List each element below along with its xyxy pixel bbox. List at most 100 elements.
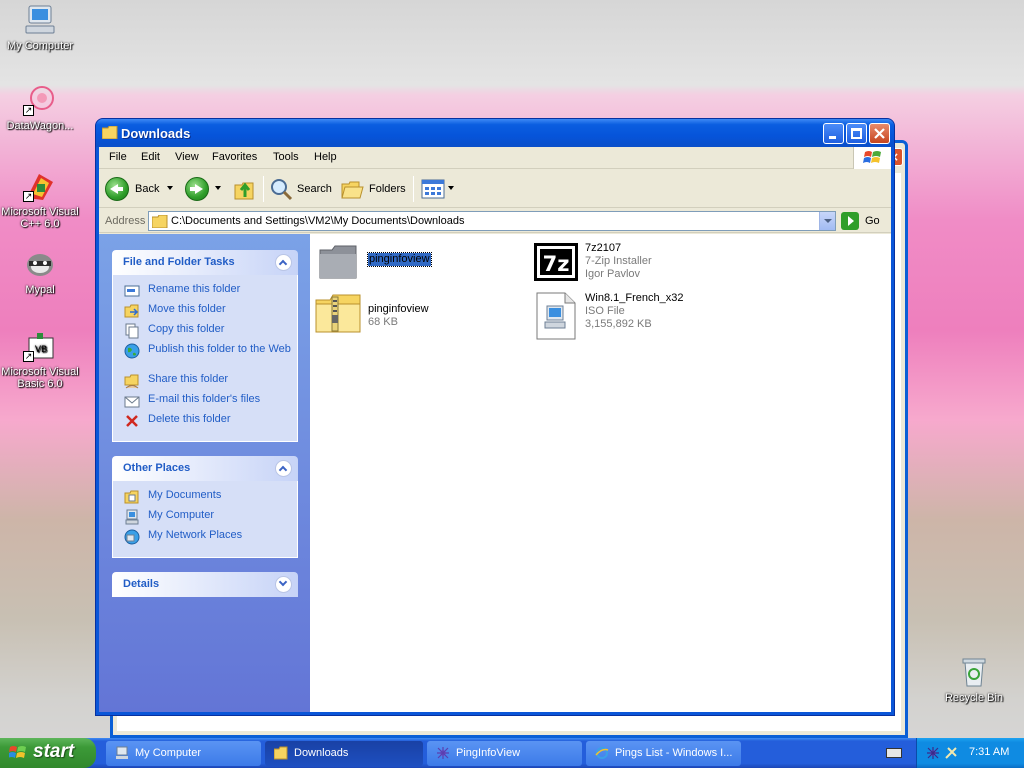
forward-arrow-icon xyxy=(185,177,209,201)
panel-title: File and Folder Tasks xyxy=(123,256,235,268)
maximize-button[interactable] xyxy=(846,123,867,144)
close-button[interactable] xyxy=(869,123,890,144)
back-button[interactable]: Back xyxy=(105,174,175,204)
taskbar-button-pinginfoview[interactable]: PingInfoView xyxy=(427,741,582,766)
svg-text:VB: VB xyxy=(35,345,47,355)
title-bar[interactable]: Downloads xyxy=(96,119,894,147)
desktop-icon-mypal[interactable]: Mypal xyxy=(0,248,80,296)
delete-icon xyxy=(126,415,138,427)
start-button[interactable]: start xyxy=(0,738,96,768)
clock[interactable]: 7:31 AM xyxy=(969,746,1009,758)
taskbar-button-pings-list[interactable]: Pings List - Windows I... xyxy=(586,741,741,766)
7zip-icon: 7z xyxy=(534,243,578,281)
file-item-zip[interactable]: pinginfoview 68 KB xyxy=(314,292,514,336)
views-dropdown-icon[interactable] xyxy=(448,186,454,190)
address-dropdown-button[interactable] xyxy=(819,212,835,230)
visual-cpp-icon: ↗ xyxy=(23,170,57,202)
details-panel: Details xyxy=(112,572,298,597)
email-icon xyxy=(124,396,140,408)
window-title: Downloads xyxy=(121,126,191,141)
folders-button[interactable]: Folders xyxy=(341,174,407,204)
move-folder-icon xyxy=(124,304,139,318)
file-list[interactable]: pinginfoview 7z 7z2107 7-Zip Installer I… xyxy=(310,234,891,712)
desktop-icon-recycle-bin[interactable]: Recycle Bin xyxy=(934,656,1014,704)
globe-icon xyxy=(124,343,140,359)
other-places-header[interactable]: Other Places xyxy=(112,456,298,481)
taskbar-button-downloads[interactable]: Downloads xyxy=(265,741,423,766)
place-my-computer[interactable]: My Computer xyxy=(113,509,297,529)
search-icon xyxy=(271,179,293,201)
search-button[interactable]: Search xyxy=(269,174,333,204)
explorer-main: File and Folder Tasks Rename this folder… xyxy=(99,234,891,712)
file-size: 3,155,892 KB xyxy=(585,318,652,330)
network-icon xyxy=(437,747,449,759)
folder-icon xyxy=(274,746,288,760)
file-item-iso[interactable]: Win8.1_French_x32 ISO File 3,155,892 KB xyxy=(535,292,755,340)
file-type: 7-Zip Installer xyxy=(585,255,652,267)
views-button[interactable] xyxy=(421,174,455,204)
keyboard-icon[interactable] xyxy=(886,748,902,758)
back-dropdown-icon[interactable] xyxy=(167,186,173,190)
taskbar-button-my-computer[interactable]: My Computer xyxy=(106,741,261,766)
system-tray: 7:31 AM xyxy=(916,738,1024,768)
file-item-7zip-installer[interactable]: 7z 7z2107 7-Zip Installer Igor Pavlov xyxy=(533,242,753,286)
task-rename-folder[interactable]: Rename this folder xyxy=(113,283,297,303)
shortcut-arrow-icon: ↗ xyxy=(23,351,34,362)
task-delete-folder[interactable]: Delete this folder xyxy=(113,413,297,433)
file-name: 7z2107 xyxy=(585,242,622,254)
task-publish-web[interactable]: Publish this folder to the Web xyxy=(113,343,297,373)
file-folder-tasks-header[interactable]: File and Folder Tasks xyxy=(112,250,298,275)
panel-title: Other Places xyxy=(123,462,191,474)
desktop-icon-label: My Computer xyxy=(6,40,74,52)
go-arrow-icon xyxy=(841,212,859,230)
back-arrow-icon xyxy=(105,177,129,201)
desktop-icon-datawagon[interactable]: ↗ DataWagon... xyxy=(0,84,80,132)
file-name: pinginfoview xyxy=(368,303,429,315)
file-name: pinginfoview xyxy=(367,252,432,267)
forward-button[interactable] xyxy=(185,174,225,204)
place-my-documents[interactable]: My Documents xyxy=(113,489,297,509)
task-email-files[interactable]: E-mail this folder's files xyxy=(113,393,297,413)
menu-view[interactable]: View xyxy=(175,151,199,163)
desktop-icon-visual-basic[interactable]: VB ↗ Microsoft Visual Basic 6.0 xyxy=(0,330,80,390)
file-company: Igor Pavlov xyxy=(585,268,641,280)
file-item-folder[interactable]: pinginfoview xyxy=(316,242,516,282)
desktop-icon-label: Microsoft Visual C++ 6.0 xyxy=(1,206,79,230)
desktop-icon-label: Recycle Bin xyxy=(944,692,1004,704)
network-places-icon xyxy=(124,529,140,545)
desktop-icon-my-computer[interactable]: My Computer xyxy=(0,4,80,52)
menu-file[interactable]: File xyxy=(109,151,127,163)
address-field[interactable]: C:\Documents and Settings\VM2\My Documen… xyxy=(148,211,836,231)
network-tray-icon[interactable] xyxy=(926,746,940,760)
forward-dropdown-icon[interactable] xyxy=(215,186,221,190)
copy-icon xyxy=(125,323,139,339)
maximize-icon xyxy=(851,128,862,139)
my-documents-icon xyxy=(124,490,139,504)
task-copy-folder[interactable]: Copy this folder xyxy=(113,323,297,343)
menu-favorites[interactable]: Favorites xyxy=(212,151,257,163)
minimize-button[interactable] xyxy=(823,123,844,144)
task-move-folder[interactable]: Move this folder xyxy=(113,303,297,323)
menu-edit[interactable]: Edit xyxy=(141,151,160,163)
collapse-button[interactable] xyxy=(275,460,292,477)
up-button[interactable] xyxy=(233,174,259,204)
file-size: 68 KB xyxy=(368,316,398,328)
raccoon-icon xyxy=(23,248,57,280)
task-share-folder[interactable]: Share this folder xyxy=(113,373,297,393)
shortcut-arrow-icon: ↗ xyxy=(23,191,34,202)
collapse-button[interactable] xyxy=(275,254,292,271)
place-my-network-places[interactable]: My Network Places xyxy=(113,529,297,549)
explorer-window[interactable]: Downloads File Edit View Favorites Tools… xyxy=(95,118,895,716)
minimize-icon xyxy=(829,136,836,139)
menu-tools[interactable]: Tools xyxy=(273,151,299,163)
menu-help[interactable]: Help xyxy=(314,151,337,163)
expand-button[interactable] xyxy=(275,576,292,593)
my-computer-icon xyxy=(23,4,57,36)
desktop-icon-visual-cpp[interactable]: ↗ Microsoft Visual C++ 6.0 xyxy=(0,170,80,230)
tray-utility-icon[interactable] xyxy=(944,746,958,760)
rename-icon xyxy=(124,285,140,297)
details-header[interactable]: Details xyxy=(112,572,298,597)
toolbar-separator xyxy=(263,176,264,202)
zip-folder-icon xyxy=(315,294,361,333)
folder-icon xyxy=(102,126,118,139)
